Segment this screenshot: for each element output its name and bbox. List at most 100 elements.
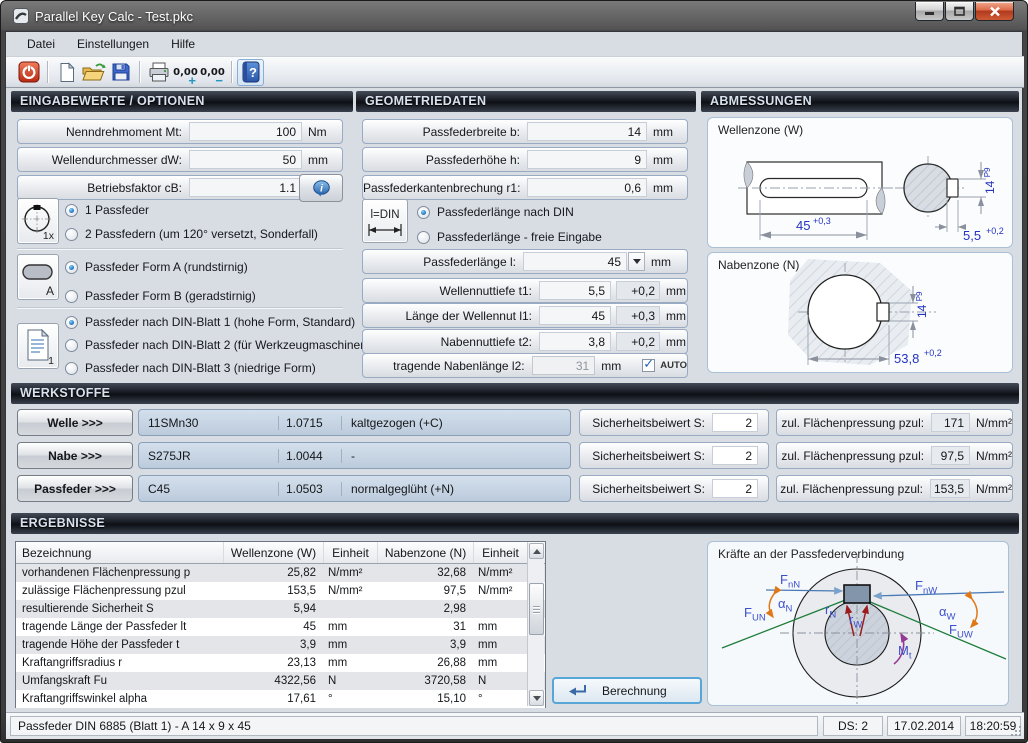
key-material-button[interactable]: Passfeder >>> [17, 475, 133, 502]
menu-einstellungen[interactable]: Einstellungen [66, 34, 160, 54]
results-table: Bezeichnung Wellenzone (W) Einheit Naben… [15, 541, 546, 708]
save-icon [111, 62, 131, 82]
radio-din-sheet-2[interactable]: Passfeder nach DIN-Blatt 2 (für Werkzeug… [65, 336, 371, 354]
key-length-input[interactable]: 45 [523, 252, 627, 271]
radio-form-b[interactable]: Passfeder Form B (geradstirnig) [65, 287, 256, 305]
table-scrollbar[interactable] [527, 543, 544, 706]
cell: mm [474, 636, 528, 654]
menu-hilfe[interactable]: Hilfe [160, 34, 206, 54]
group-separator [17, 248, 343, 249]
decimal-decrease-button[interactable]: 0,00 − [199, 59, 226, 86]
shaft-diameter-unit: mm [302, 153, 328, 167]
hub-material-field: S275JR 1.0044 - [138, 442, 571, 469]
shaft-zone-label: Wellenzone (W) [718, 123, 803, 137]
help-button[interactable]: ? [237, 59, 264, 86]
close-button[interactable] [975, 2, 1014, 21]
print-button[interactable] [145, 59, 172, 86]
svg-text:i: i [320, 183, 323, 194]
shaft-groove-depth-input[interactable]: 5,5 [539, 281, 611, 300]
radio-length-free-label: Passfederlänge - freie Eingabe [437, 230, 602, 244]
shaft-zone-drawing: 45 +0,3 14 P9 5,5 +0,2 [708, 118, 1012, 247]
table-row: Umfangskraft Fu4322,56N3720,58N [16, 672, 545, 690]
calculate-button[interactable]: Berechnung [552, 677, 702, 704]
torque-unit: Nm [302, 125, 327, 139]
shaft-groove-length-input[interactable]: 45 [539, 306, 611, 325]
scroll-up-button[interactable] [529, 543, 544, 559]
radio-length-free[interactable]: Passfederlänge - freie Eingabe [417, 228, 602, 246]
shaft-safety-row: Sicherheitsbeiwert S: 2 [579, 409, 769, 436]
hub-pressure-row: zul. Flächenpressung pzul: 97,5 N/mm² [776, 442, 1013, 469]
radio-two-keys[interactable]: 2 Passfedern (um 120° versetzt, Sonderfa… [65, 225, 318, 243]
force-label-fuw: FUW [949, 623, 973, 640]
cell: 17,61 [224, 690, 324, 708]
material-treatment: kaltgezogen (+C) [342, 416, 443, 430]
panel-header-geometry: GEOMETRIEDATEN [356, 91, 696, 112]
table-row: vorhandenen Flächenpressung p25,82N/mm²3… [16, 564, 545, 582]
panel-header-dimensions: ABMESSUNGEN [701, 91, 1019, 112]
resize-grip[interactable] [1010, 725, 1023, 738]
key-height-label: Passfederhöhe h: [363, 153, 527, 167]
hub-zone-box: 14 P9 53,8 +0,2 Nabenzone (N) [707, 252, 1013, 373]
key-width-input[interactable]: 14 [527, 122, 647, 141]
toolbar-separator [139, 61, 140, 83]
shaft-groove-depth-tolerance: +0,2 [616, 281, 660, 300]
key-chamfer-input[interactable]: 0,6 [527, 178, 647, 197]
pressure-unit: N/mm² [970, 449, 1012, 463]
menu-datei[interactable]: Datei [16, 34, 66, 54]
service-factor-input[interactable]: 1.1 [189, 178, 302, 197]
radio-din-sheet-3[interactable]: Passfeder nach DIN-Blatt 3 (niedrige For… [65, 359, 316, 377]
svg-text:14 P9: 14 P9 [915, 291, 929, 318]
radio-length-din[interactable]: Passfederlänge nach DIN [417, 203, 574, 221]
radio-din-sheet-1[interactable]: Passfeder nach DIN-Blatt 1 (hohe Form, S… [65, 313, 355, 331]
toolbar: 0,00 + 0,00 − ? [6, 57, 1024, 88]
cell: zulässige Flächenpressung pzul [16, 582, 224, 600]
cell: 153,5 [224, 582, 324, 600]
key-safety-input[interactable]: 2 [712, 479, 758, 498]
key-form-icon-box: A [17, 254, 59, 300]
cell: mm [474, 618, 528, 636]
exit-button[interactable] [15, 59, 42, 86]
pressure-label: zul. Flächenpressung pzul: [777, 482, 930, 496]
radio-form-a[interactable]: Passfeder Form A (rundstirnig) [65, 258, 248, 276]
torque-input[interactable]: 100 [189, 122, 302, 141]
svg-text:5,5: 5,5 [963, 228, 981, 243]
length-mode-icon-box: l=DIN [362, 199, 408, 243]
save-button[interactable] [107, 59, 134, 86]
minus-icon: − [215, 74, 223, 87]
cell: N/mm² [324, 582, 378, 600]
hub-length-input[interactable]: 31 [532, 356, 596, 375]
svg-text:14 P9: 14 P9 [983, 167, 997, 194]
shaft-diameter-input[interactable]: 50 [189, 150, 302, 169]
cell [324, 600, 378, 618]
minimize-button[interactable] [915, 2, 944, 21]
svg-text:+0,2: +0,2 [924, 348, 942, 358]
cell: ° [474, 690, 528, 708]
auto-checkbox[interactable]: ✓ [642, 359, 655, 372]
material-number: 1.0715 [279, 416, 342, 430]
service-factor-info-button[interactable]: i [299, 174, 343, 202]
maximize-button[interactable] [945, 2, 974, 21]
hub-material-button[interactable]: Nabe >>> [17, 442, 133, 469]
hub-groove-depth-input[interactable]: 3,8 [539, 332, 611, 351]
key-width-label: Passfederbreite b: [363, 125, 527, 139]
key-length-dropdown-button[interactable] [628, 252, 645, 271]
key-form-icon-caption: A [46, 284, 54, 298]
cell: Kraftangriffswinkel alpha [16, 690, 224, 708]
hub-safety-input[interactable]: 2 [712, 446, 758, 465]
decimal-increase-button[interactable]: 0,00 + [172, 59, 199, 86]
key-height-input[interactable]: 9 [527, 150, 647, 169]
radio-one-key[interactable]: 1 Passfeder [65, 201, 149, 219]
shaft-groove-depth-unit: mm [660, 284, 686, 298]
material-name: C45 [139, 482, 279, 496]
open-file-button[interactable] [80, 59, 107, 86]
scroll-down-button[interactable] [529, 690, 544, 706]
cell: Umfangskraft Fu [16, 672, 224, 690]
minimize-icon [924, 7, 935, 16]
new-file-button[interactable] [53, 59, 80, 86]
hub-safety-row: Sicherheitsbeiwert S: 2 [579, 442, 769, 469]
cell: mm [324, 618, 378, 636]
scrollbar-thumb[interactable] [529, 583, 544, 635]
hub-length-label: tragende Nabenlänge l2: [363, 359, 532, 373]
shaft-safety-input[interactable]: 2 [712, 413, 758, 432]
shaft-material-button[interactable]: Welle >>> [17, 409, 133, 436]
